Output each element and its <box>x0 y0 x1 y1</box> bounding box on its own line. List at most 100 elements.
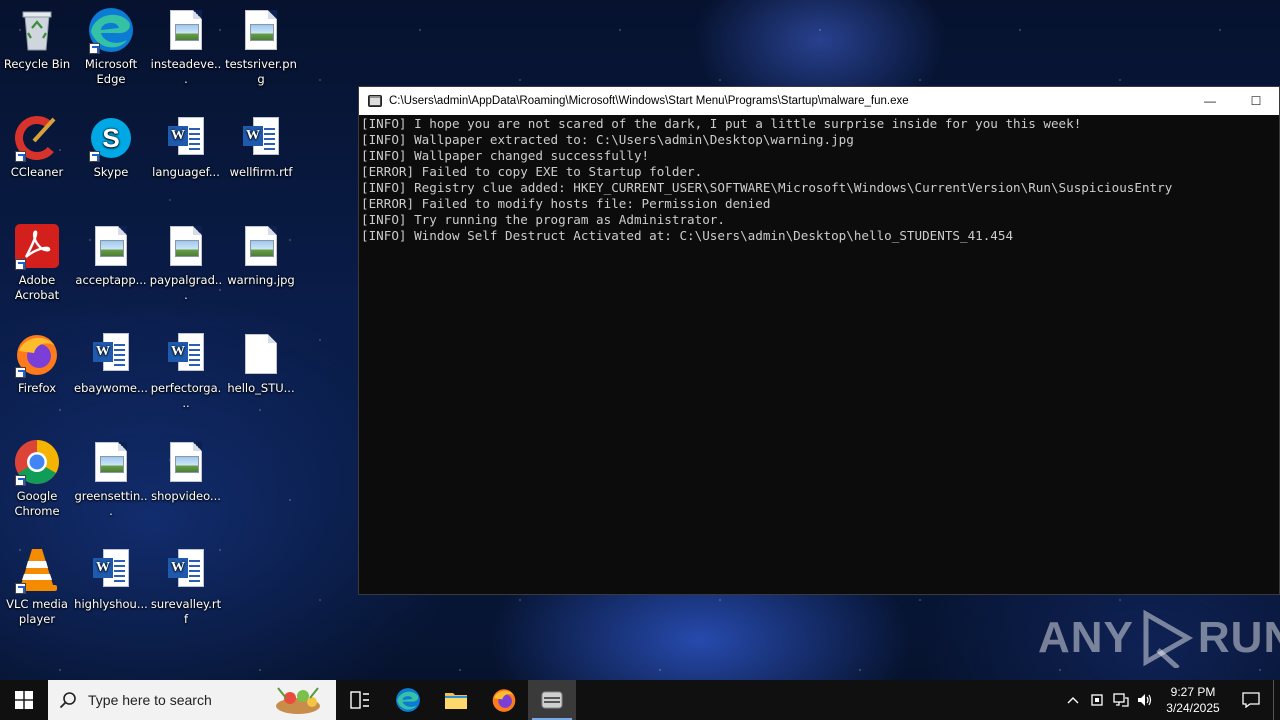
image-file-icon <box>162 6 210 54</box>
console-line: [ERROR] Failed to copy EXE to Startup fo… <box>361 164 703 179</box>
watermark-left-text: ANY <box>1038 613 1134 662</box>
action-center-button[interactable] <box>1229 680 1273 720</box>
console-line: [INFO] Registry clue added: HKEY_CURRENT… <box>361 180 1173 195</box>
search-highlight-icon <box>276 687 320 714</box>
desktop-icon-label: Firefox <box>17 381 57 395</box>
watermark-right-text: RUN <box>1197 613 1280 662</box>
desktop-icon-label: Microsoft Edge <box>84 57 138 86</box>
taskbar-edge-button[interactable] <box>384 680 432 720</box>
desktop-icon-ebaywome[interactable]: W ebaywome... <box>74 330 148 396</box>
desktop-icon-hello-stu[interactable]: hello_STU... <box>224 330 298 396</box>
shortcut-arrow-icon <box>15 367 26 378</box>
firefox-icon <box>492 689 516 712</box>
shortcut-arrow-icon <box>89 43 100 54</box>
desktop-icon-label: acceptapp... <box>75 273 147 287</box>
desktop-icon-highlyshou[interactable]: W highlyshou... <box>74 546 148 612</box>
desktop-icon-greensettin[interactable]: greensettin... <box>74 438 148 519</box>
ccleaner-icon <box>13 114 61 162</box>
taskbar-search-box[interactable]: Type here to search <box>48 680 336 720</box>
chrome-icon <box>13 438 61 486</box>
start-button[interactable] <box>0 680 48 720</box>
clock-time: 9:27 PM <box>1170 685 1216 699</box>
shortcut-arrow-icon <box>15 583 26 594</box>
desktop-icon-label: insteadeve... <box>150 57 222 86</box>
firefox-icon <box>13 330 61 378</box>
clock-date: 3/24/2025 <box>1166 701 1220 715</box>
word-doc-icon: W <box>87 546 135 594</box>
image-file-icon <box>87 222 135 270</box>
desktop-icon-ccleaner[interactable]: CCleaner <box>0 114 74 180</box>
desktop-icon-recycle-bin[interactable]: Recycle Bin <box>0 6 74 72</box>
console-window[interactable]: C:\Users\admin\AppData\Roaming\Microsoft… <box>358 86 1280 595</box>
word-doc-icon: W <box>162 114 210 162</box>
desktop-icon-acceptapp[interactable]: acceptapp... <box>74 222 148 288</box>
search-placeholder: Type here to search <box>88 692 212 708</box>
anyrun-watermark: ANY RUN <box>1038 608 1280 668</box>
desktop-icon-shopvideo[interactable]: shopvideo... <box>149 438 223 504</box>
image-file-icon <box>162 222 210 270</box>
console-output[interactable]: [INFO] I hope you are not scared of the … <box>359 115 1279 244</box>
desktop-icon-label: shopvideo... <box>151 489 221 503</box>
desktop-icon-paypalgrad[interactable]: paypalgrad... <box>149 222 223 303</box>
taskbar-firefox-button[interactable] <box>480 680 528 720</box>
folder-icon <box>445 693 467 709</box>
desktop-icon-microsoft-edge[interactable]: Microsoft Edge <box>74 6 148 87</box>
tray-app-icon[interactable] <box>1085 680 1109 720</box>
desktop-icon-label: hello_STU... <box>227 381 295 395</box>
desktop-icon-label: paypalgrad... <box>149 273 223 302</box>
console-title: C:\Users\admin\AppData\Roaming\Microsoft… <box>389 95 909 107</box>
desktop-icon-label: wellfirm.rtf <box>229 165 293 179</box>
taskbar-clock[interactable]: 9:27 PM 3/24/2025 <box>1157 684 1229 716</box>
skype-icon: S <box>87 114 135 162</box>
network-icon[interactable] <box>1109 680 1133 720</box>
desktop-icon-firefox[interactable]: Firefox <box>0 330 74 396</box>
image-file-icon <box>237 222 285 270</box>
vlc-icon <box>13 546 61 594</box>
edge-icon <box>87 6 135 54</box>
shortcut-arrow-icon <box>15 151 26 162</box>
desktop-icon-languagef[interactable]: W languagef... <box>149 114 223 180</box>
desktop-icon-vlc[interactable]: VLC media player <box>0 546 74 627</box>
image-file-icon <box>162 438 210 486</box>
desktop-icon-warning-jpg[interactable]: warning.jpg <box>224 222 298 288</box>
taskbar: Type here to search 9:27 PM 3/24/2025 <box>0 680 1280 720</box>
volume-icon[interactable] <box>1133 680 1157 720</box>
desktop-icon-skype[interactable]: S Skype <box>74 114 148 180</box>
acrobat-icon <box>13 222 61 270</box>
desktop-icon-label: CCleaner <box>10 165 64 179</box>
console-line: [INFO] Window Self Destruct Activated at… <box>361 228 1014 243</box>
desktop-icon-testsriver[interactable]: testsriver.png <box>224 6 298 87</box>
taskbar-console-button[interactable] <box>528 680 576 720</box>
edge-icon <box>396 688 420 712</box>
recycle-bin-icon <box>13 6 61 54</box>
desktop-icon-label: testsriver.png <box>225 57 297 86</box>
desktop-icon-surevalley[interactable]: W surevalley.rtf <box>149 546 223 627</box>
desktop-icon-label: languagef... <box>152 165 220 179</box>
desktop-icon-perfectorga[interactable]: W perfectorga... <box>149 330 223 411</box>
show-desktop-button[interactable] <box>1273 680 1280 720</box>
desktop-icon-label: warning.jpg <box>227 273 295 287</box>
notification-icon <box>1242 692 1260 708</box>
desktop-icon-label: VLC media player <box>6 597 68 626</box>
console-line: [ERROR] Failed to modify hosts file: Per… <box>361 196 771 211</box>
desktop-icon-google-chrome[interactable]: Google Chrome <box>0 438 74 519</box>
show-hidden-icons-chevron-icon[interactable] <box>1061 680 1085 720</box>
console-line: [INFO] Wallpaper extracted to: C:\Users\… <box>361 132 854 147</box>
desktop-icon-wellfirm[interactable]: W wellfirm.rtf <box>224 114 298 180</box>
word-doc-icon: W <box>237 114 285 162</box>
desktop-icon-label: ebaywome... <box>74 381 148 395</box>
console-app-icon <box>367 93 383 109</box>
desktop-icon-insteadeve[interactable]: insteadeve... <box>149 6 223 87</box>
taskbar-file-explorer-button[interactable] <box>432 680 480 720</box>
maximize-button[interactable]: ☐ <box>1233 87 1279 115</box>
minimize-button[interactable]: — <box>1187 87 1233 115</box>
shortcut-arrow-icon <box>15 475 26 486</box>
console-line: [INFO] Wallpaper changed successfully! <box>361 148 650 163</box>
desktop-icon-label: Adobe Acrobat <box>14 273 60 302</box>
shortcut-arrow-icon <box>15 259 26 270</box>
blank-file-icon <box>237 330 285 378</box>
desktop-icon-label: Google Chrome <box>14 489 60 518</box>
console-titlebar[interactable]: C:\Users\admin\AppData\Roaming\Microsoft… <box>359 87 1279 115</box>
desktop-icon-adobe-acrobat[interactable]: Adobe Acrobat <box>0 222 74 303</box>
task-view-button[interactable] <box>336 680 384 720</box>
